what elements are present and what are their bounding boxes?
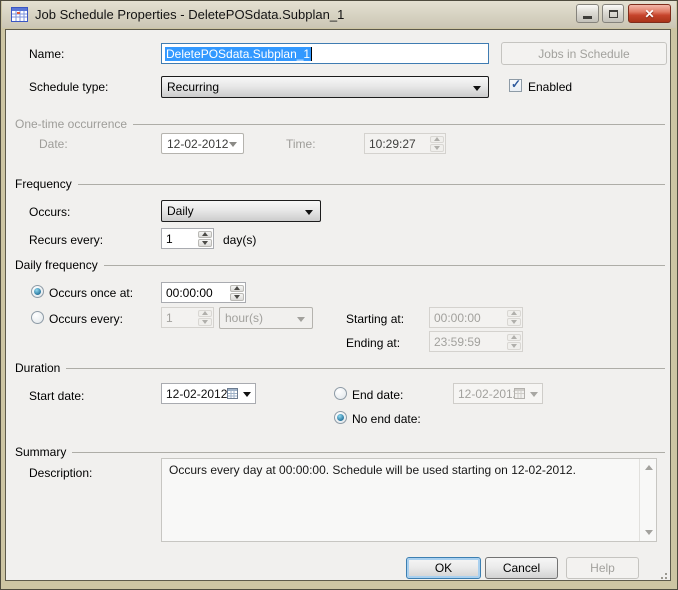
time-label: Time: (286, 137, 316, 151)
enabled-label: Enabled (528, 80, 572, 94)
occurs-once-time-spinner[interactable]: 00:00:00 (161, 282, 246, 303)
no-end-date-label: No end date: (352, 412, 421, 426)
window-title: Job Schedule Properties - DeletePOSdata.… (35, 7, 344, 22)
description-text: Occurs every day at 00:00:00. Schedule w… (169, 463, 632, 478)
start-date-label: Start date: (29, 389, 84, 403)
daily-frequency-group: Daily frequency (15, 258, 665, 272)
description-textarea[interactable]: Occurs every day at 00:00:00. Schedule w… (161, 458, 657, 542)
chevron-down-icon (473, 86, 481, 91)
minimize-button[interactable] (576, 4, 599, 23)
starting-at-label: Starting at: (346, 312, 404, 326)
spin-down-icon[interactable] (230, 293, 244, 301)
occurs-every-label: Occurs every: (49, 312, 123, 326)
schedule-calendar-icon (11, 7, 28, 22)
spin-down-icon[interactable] (430, 144, 444, 152)
occurs-label: Occurs: (29, 205, 70, 219)
recurs-every-label: Recurs every: (29, 233, 103, 247)
one-time-date-picker[interactable]: 12-02-2012 (161, 133, 244, 154)
spin-up-icon[interactable] (198, 310, 212, 318)
chevron-down-icon (530, 392, 538, 397)
occurs-once-label: Occurs once at: (49, 286, 133, 300)
chevron-down-icon (243, 392, 251, 397)
close-button[interactable]: ✕ (628, 4, 671, 23)
spin-up-icon[interactable] (507, 334, 521, 342)
spin-up-icon[interactable] (198, 231, 212, 239)
occurs-dropdown[interactable]: Daily (161, 200, 321, 222)
one-time-time-spinner[interactable]: 10:29:27 (364, 133, 446, 154)
end-date-radio[interactable] (334, 387, 347, 400)
chevron-down-icon (305, 210, 313, 215)
chevron-down-icon (229, 142, 237, 147)
job-schedule-properties-dialog: Job Schedule Properties - DeletePOSdata.… (0, 0, 678, 590)
scroll-down-icon[interactable] (645, 530, 653, 535)
schedule-type-label: Schedule type: (29, 80, 108, 94)
duration-group: Duration (15, 361, 665, 375)
calendar-icon (227, 388, 238, 399)
one-time-occurrence-group: One-time occurrence (15, 117, 665, 131)
chevron-down-icon (297, 317, 305, 322)
checkmark-icon: ✓ (511, 77, 521, 91)
start-date-picker[interactable]: 12-02-2012 (161, 383, 256, 404)
recurs-unit-label: day(s) (223, 233, 256, 247)
enabled-checkbox[interactable]: ✓ (509, 79, 522, 92)
title-bar[interactable]: Job Schedule Properties - DeletePOSdata.… (2, 1, 676, 28)
recurs-every-spinner[interactable]: 1 (161, 228, 214, 249)
occurs-every-unit-dropdown[interactable]: hour(s) (219, 307, 313, 329)
close-icon: ✕ (644, 7, 654, 21)
schedule-type-dropdown[interactable]: Recurring (161, 76, 489, 98)
no-end-date-radio[interactable] (334, 411, 347, 424)
maximize-button[interactable] (602, 4, 624, 23)
resize-grip-icon[interactable] (655, 567, 669, 581)
scroll-up-icon[interactable] (645, 465, 653, 470)
spin-up-icon[interactable] (230, 285, 244, 293)
spin-up-icon[interactable] (507, 310, 521, 318)
cancel-button[interactable]: Cancel (485, 557, 558, 579)
name-input[interactable]: DeletePOSdata.Subplan_1 (161, 43, 489, 64)
minimize-icon (583, 16, 592, 19)
occurs-every-spinner[interactable]: 1 (161, 307, 214, 328)
jobs-in-schedule-button[interactable]: Jobs in Schedule (501, 42, 667, 65)
name-label: Name: (29, 47, 64, 61)
calendar-icon (514, 388, 525, 399)
maximize-icon (609, 10, 618, 18)
frequency-group: Frequency (15, 177, 665, 191)
spin-up-icon[interactable] (430, 136, 444, 144)
help-button[interactable]: Help (566, 557, 639, 579)
summary-group: Summary (15, 445, 665, 459)
occurs-once-radio[interactable] (31, 285, 44, 298)
name-input-selected-text: DeletePOSdata.Subplan_1 (165, 47, 311, 61)
spin-down-icon[interactable] (198, 318, 212, 326)
ok-button[interactable]: OK (406, 557, 481, 579)
occurs-every-radio[interactable] (31, 311, 44, 324)
text-caret (311, 47, 312, 61)
spin-down-icon[interactable] (507, 318, 521, 326)
ending-at-spinner[interactable]: 23:59:59 (429, 331, 523, 352)
description-label: Description: (29, 466, 92, 480)
starting-at-spinner[interactable]: 00:00:00 (429, 307, 523, 328)
spin-down-icon[interactable] (507, 342, 521, 350)
end-date-label: End date: (352, 388, 403, 402)
ending-at-label: Ending at: (346, 336, 400, 350)
description-scrollbar[interactable] (639, 459, 656, 541)
spin-down-icon[interactable] (198, 239, 212, 247)
date-label: Date: (39, 137, 68, 151)
end-date-picker[interactable]: 12-02-2012 (453, 383, 543, 404)
